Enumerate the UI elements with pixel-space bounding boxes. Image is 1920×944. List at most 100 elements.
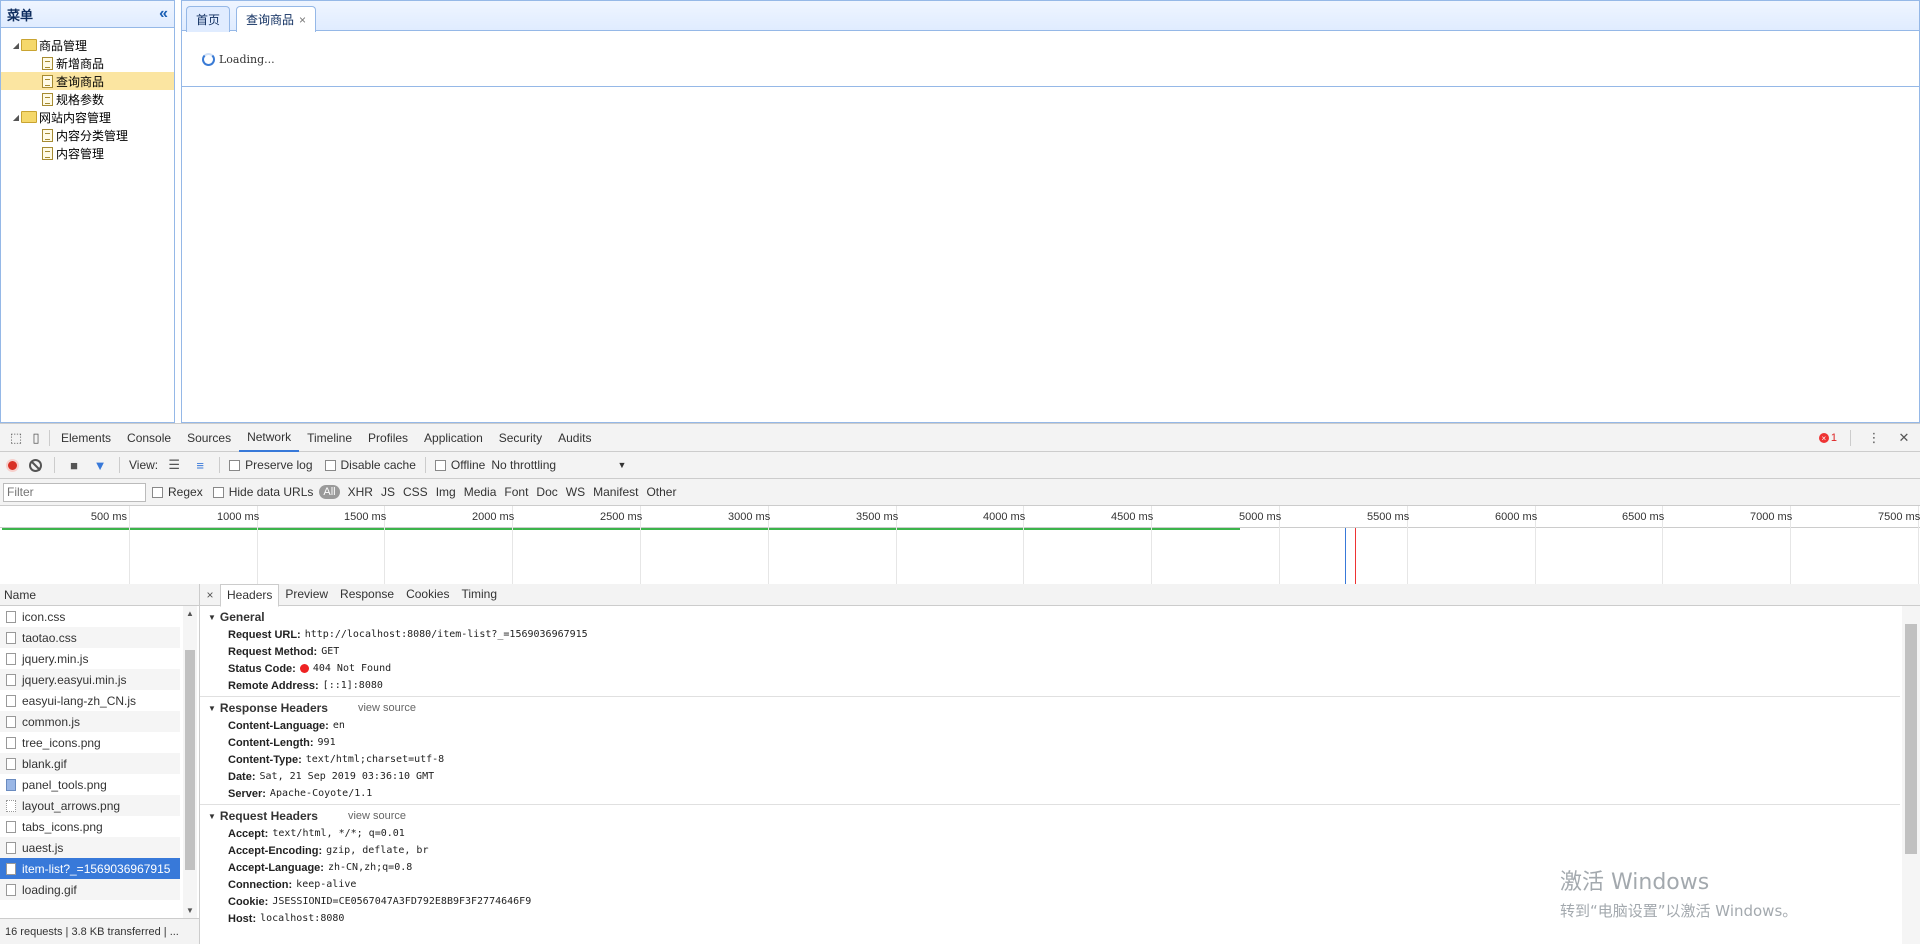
- detail-scrollbar[interactable]: [1902, 606, 1920, 944]
- scroll-up-icon[interactable]: ▲: [186, 609, 194, 618]
- header-row: Server: Apache-Coyote/1.1: [200, 785, 1900, 802]
- tree-node-0[interactable]: ◢ 商品管理: [1, 36, 174, 54]
- name-column-header[interactable]: Name: [0, 584, 199, 606]
- devtools-tab-security[interactable]: Security: [491, 424, 550, 452]
- detail-tab-timing[interactable]: Timing: [455, 583, 503, 605]
- scroll-down-icon[interactable]: ▼: [186, 906, 194, 915]
- scrollbar-thumb[interactable]: [1905, 624, 1917, 854]
- filter-type-font[interactable]: Font: [504, 485, 528, 499]
- collapse-icon[interactable]: «: [159, 6, 168, 22]
- devtools-tab-audits[interactable]: Audits: [550, 424, 599, 452]
- tree-node-2[interactable]: 查询商品: [1, 72, 174, 90]
- devtools-tab-network[interactable]: Network: [239, 424, 300, 452]
- request-row[interactable]: taotao.css: [0, 627, 180, 648]
- general-section-toggle[interactable]: ▼ General: [200, 608, 1900, 626]
- tree-node-6[interactable]: 内容管理: [1, 144, 174, 162]
- clear-icon[interactable]: [25, 455, 45, 475]
- devtools-tab-elements[interactable]: Elements: [53, 424, 119, 452]
- detail-tab-response[interactable]: Response: [334, 583, 400, 605]
- devtools-tab-profiles[interactable]: Profiles: [360, 424, 416, 452]
- tree-node-label: 内容管理: [56, 146, 105, 161]
- large-rows-icon[interactable]: ☰: [164, 455, 184, 475]
- filter-input[interactable]: [3, 482, 146, 502]
- network-timeline[interactable]: 500 ms 1000 ms 1500 ms 2000 ms 2500 ms 3000 m…: [0, 506, 1920, 586]
- request-row[interactable]: uaest.js: [0, 837, 180, 858]
- request-row[interactable]: panel_tools.png: [0, 774, 180, 795]
- expand-triangle-icon[interactable]: ◢: [11, 41, 21, 50]
- request-row[interactable]: layout_arrows.png: [0, 795, 180, 816]
- timeline-tick-label: 4000 ms: [983, 511, 1026, 523]
- request-row[interactable]: tabs_icons.png: [0, 816, 180, 837]
- devtools-tab-console[interactable]: Console: [119, 424, 179, 452]
- tab-query-goods[interactable]: 查询商品 ×: [236, 6, 317, 32]
- filter-type-other[interactable]: Other: [646, 485, 676, 499]
- offline-checkbox[interactable]: Offline: [434, 458, 485, 472]
- response-headers-section: ▼ Response Headers view source Content-Lan…: [200, 697, 1900, 805]
- request-name: easyui-lang-zh_CN.js: [22, 693, 137, 708]
- request-row[interactable]: tree_icons.png: [0, 732, 180, 753]
- request-row[interactable]: jquery.min.js: [0, 648, 180, 669]
- request-list-scrollbar[interactable]: ▲ ▼: [183, 606, 197, 918]
- error-badge[interactable]: × 1: [1818, 432, 1837, 444]
- tree-node-1[interactable]: 新增商品: [1, 54, 174, 72]
- devtools-tab-timeline[interactable]: Timeline: [299, 424, 360, 452]
- tree-node-5[interactable]: 内容分类管理: [1, 126, 174, 144]
- header-value: keep-alive: [296, 879, 357, 890]
- overview-icon[interactable]: ≡: [190, 455, 210, 475]
- file-icon: [42, 146, 53, 160]
- header-value: Apache-Coyote/1.1: [269, 788, 373, 799]
- response-headers-toggle[interactable]: ▼ Response Headers view source: [200, 699, 1900, 717]
- filter-type-ws[interactable]: WS: [566, 485, 585, 499]
- tree-node-4[interactable]: ◢ 网站内容管理: [1, 108, 174, 126]
- header-row: Date: Sat, 21 Sep 2019 03:36:10 GMT: [200, 768, 1900, 785]
- inspect-element-icon[interactable]: ⬚: [6, 428, 26, 448]
- filter-type-js[interactable]: JS: [381, 485, 395, 499]
- device-mode-icon[interactable]: ▯: [26, 428, 46, 448]
- header-key: Cookie:: [228, 895, 269, 908]
- filter-type-xhr[interactable]: XHR: [348, 485, 373, 499]
- detail-tab-preview[interactable]: Preview: [279, 583, 334, 605]
- request-row[interactable]: loading.gif: [0, 879, 180, 900]
- filter-icon[interactable]: ▼: [90, 455, 110, 475]
- preserve-log-checkbox[interactable]: Preserve log: [229, 458, 313, 472]
- filter-type-doc[interactable]: Doc: [536, 485, 557, 499]
- menu-tree: ◢ 商品管理新增商品 查询商品 规格参数 ◢ 网站内容管理 内容分类管理内容管理: [1, 28, 174, 162]
- file-icon: [6, 673, 16, 686]
- view-source-link[interactable]: view source: [358, 702, 416, 714]
- capture-screenshots-icon[interactable]: ■: [64, 455, 84, 475]
- filter-type-css[interactable]: CSS: [403, 485, 428, 499]
- hide-data-urls-checkbox[interactable]: Hide data URLs: [212, 485, 314, 499]
- request-row[interactable]: jquery.easyui.min.js: [0, 669, 180, 690]
- close-icon[interactable]: ×: [299, 13, 306, 27]
- devtools-tab-application[interactable]: Application: [416, 424, 491, 452]
- header-row: Content-Language: en: [200, 717, 1900, 734]
- detail-tab-headers[interactable]: Headers: [220, 583, 280, 607]
- request-headers-toggle[interactable]: ▼ Request Headers view source: [200, 807, 1900, 825]
- request-row[interactable]: easyui-lang-zh_CN.js: [0, 690, 180, 711]
- request-row[interactable]: icon.css: [0, 606, 180, 627]
- header-value: GET: [321, 646, 340, 657]
- scrollbar-thumb[interactable]: [185, 650, 195, 870]
- expand-triangle-icon[interactable]: ◢: [11, 113, 21, 122]
- close-detail-icon[interactable]: ×: [200, 588, 220, 602]
- filter-type-img[interactable]: Img: [436, 485, 456, 499]
- view-source-link[interactable]: view source: [348, 810, 406, 822]
- tree-node-label: 新增商品: [56, 56, 105, 71]
- request-row[interactable]: blank.gif: [0, 753, 180, 774]
- close-devtools-icon[interactable]: ✕: [1894, 428, 1914, 448]
- more-menu-icon[interactable]: ⋮: [1864, 428, 1884, 448]
- request-row[interactable]: common.js: [0, 711, 180, 732]
- filter-type-manifest[interactable]: Manifest: [593, 485, 638, 499]
- devtools-tab-sources[interactable]: Sources: [179, 424, 239, 452]
- filter-type-all[interactable]: All: [319, 485, 340, 499]
- hide-data-urls-label: Hide data URLs: [228, 485, 314, 499]
- request-row[interactable]: item-list?_=1569036967915: [0, 858, 180, 879]
- detail-tab-cookies[interactable]: Cookies: [400, 583, 455, 605]
- disable-cache-checkbox[interactable]: Disable cache: [324, 458, 416, 472]
- tab-home[interactable]: 首页: [186, 6, 231, 32]
- throttling-select[interactable]: No throttling ▼: [491, 458, 626, 472]
- regex-checkbox[interactable]: Regex: [152, 485, 203, 499]
- filter-type-media[interactable]: Media: [464, 485, 497, 499]
- record-icon[interactable]: [6, 458, 19, 472]
- tree-node-3[interactable]: 规格参数: [1, 90, 174, 108]
